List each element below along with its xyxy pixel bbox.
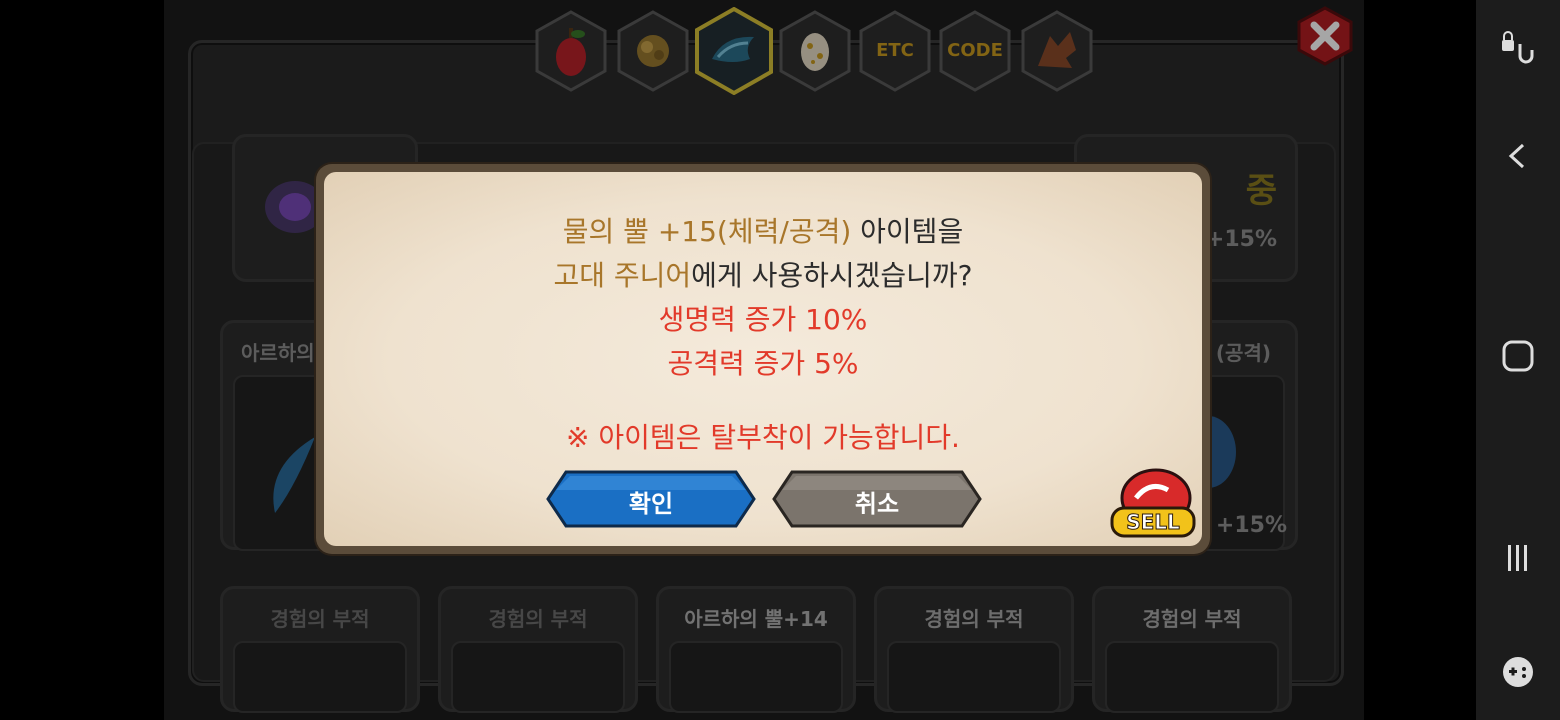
game-tools-button[interactable]: [1476, 642, 1560, 702]
target-name: 고대 주니어: [553, 259, 692, 292]
sell-button[interactable]: SELL: [1106, 468, 1196, 540]
system-navbar: [1476, 0, 1560, 720]
line1-text: 아이템을: [851, 215, 964, 248]
touch-lock-button[interactable]: [1476, 16, 1560, 76]
back-icon: [1508, 143, 1525, 169]
confirm-label: 확인: [628, 490, 674, 518]
touch-lock-icon: [1502, 31, 1534, 64]
stat-hp: 생명력 증가 10%: [658, 303, 868, 336]
recents-button[interactable]: [1476, 528, 1560, 588]
stat-attack: 공격력 증가 5%: [667, 347, 859, 380]
recents-icon: [1508, 545, 1527, 571]
home-icon: [1502, 340, 1534, 372]
detach-notice: ※ 아이템은 탈부착이 가능합니다.: [566, 421, 960, 454]
sell-icon: SELL: [1110, 468, 1196, 538]
dialog-line-2: 고대 주니어에게 사용하시겠습니까?: [316, 254, 1210, 294]
back-button[interactable]: [1476, 126, 1560, 186]
cancel-button[interactable]: 취소: [772, 470, 982, 528]
home-button[interactable]: [1476, 326, 1560, 386]
confirm-button[interactable]: 확인: [546, 470, 756, 528]
dialog-line-1: 물의 뿔 +15(체력/공격) 아이템을: [316, 210, 1210, 250]
cancel-label: 취소: [854, 490, 900, 518]
sell-label: SELL: [1126, 510, 1180, 534]
item-name: 물의 뿔 +15(체력/공격): [562, 215, 852, 248]
line2-text: 에게 사용하시겠습니까?: [691, 259, 973, 292]
gamepad-icon: [1503, 657, 1533, 687]
